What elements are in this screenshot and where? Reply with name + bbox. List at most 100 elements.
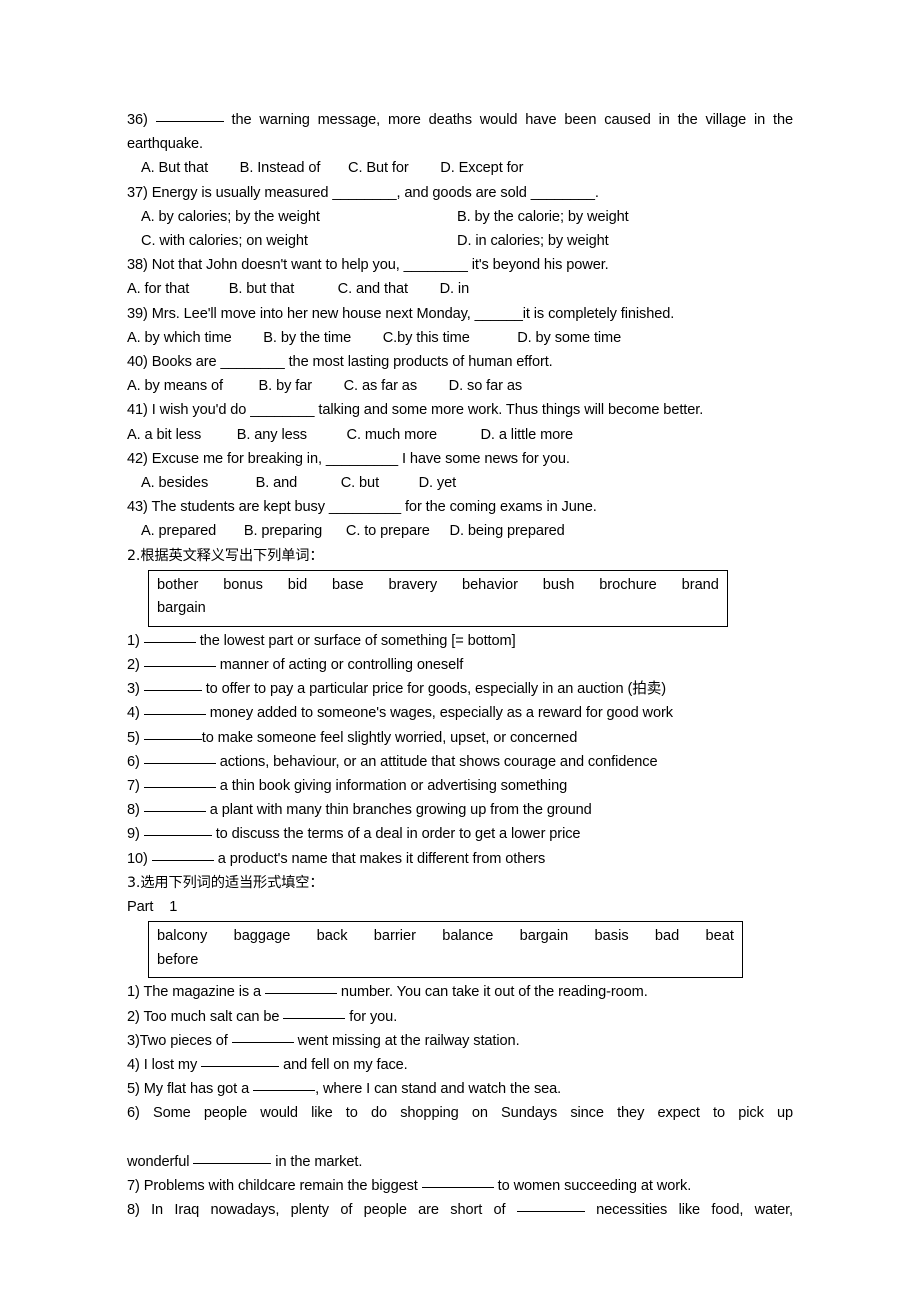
definition-blank <box>143 690 202 692</box>
definition-text: to offer to pay a particular price for g… <box>205 681 666 698</box>
q37-option-c: C. with calories; on weight <box>141 233 308 250</box>
question-38-options: A. for that B. but that C. and that D. i… <box>127 281 470 298</box>
definition-item: 7) a thin book giving information or adv… <box>127 774 793 798</box>
fill-blank-after: necessities like food, water, <box>584 1202 793 1219</box>
part-label: Part <box>127 899 154 916</box>
fill-blank-after: , where I can stand and watch the sea. <box>315 1081 562 1098</box>
q37-option-d: D. in calories; by weight <box>457 233 609 250</box>
wordbank-section3-row2: before <box>157 949 734 973</box>
question-36-stem: 36) the warning message, more deaths wou… <box>127 108 793 156</box>
definition-item: 9) to discuss the terms of a deal in ord… <box>127 822 793 846</box>
definition-text: actions, behaviour, or an attitude that … <box>219 753 658 770</box>
wordbank-word: bush <box>542 576 575 593</box>
question-38-stem: 38) Not that John doesn't want to help y… <box>127 257 609 274</box>
part-label-line: Part 1 <box>127 895 793 919</box>
definition-text: a product's name that makes it different… <box>217 850 546 867</box>
fill-blank-blank <box>283 1017 346 1019</box>
definition-blank <box>143 835 212 837</box>
wordbank-word: bargain <box>519 928 569 945</box>
definition-text: the lowest part or surface of something … <box>199 632 516 649</box>
fill-blank-blank <box>231 1041 294 1043</box>
definition-item: 4) money added to someone's wages, espec… <box>127 701 793 725</box>
definition-blank <box>143 666 216 668</box>
question-41-stem: 41) I wish you'd do ________ talking and… <box>127 402 704 419</box>
definition-blank <box>143 787 216 789</box>
fill-blank-blank <box>516 1211 585 1213</box>
fill-blank-item: 3)Two pieces of went missing at the rail… <box>127 1029 793 1053</box>
fill-blank-item-continued: wonderful in the market. <box>127 1150 793 1174</box>
definition-item: 5) to make someone feel slightly worried… <box>127 726 793 750</box>
question-42-stem: 42) Excuse me for breaking in, _________… <box>127 450 570 467</box>
fill-blank-item: 2) Too much salt can be for you. <box>127 1005 793 1029</box>
definition-number: 6) <box>127 753 140 770</box>
definition-blank <box>143 714 206 716</box>
wordbank-word: bad <box>654 928 680 945</box>
definition-number: 5) <box>127 729 140 746</box>
fill-blank-line1: 6) Some people would like to do shopping… <box>127 1105 793 1122</box>
wordbank-word: bravery <box>388 576 438 593</box>
question-39-stem: 39) Mrs. Lee'll move into her new house … <box>127 305 675 322</box>
question-37-stem: 37) Energy is usually measured ________,… <box>127 181 793 205</box>
fill-blank-before: wonderful <box>127 1153 194 1170</box>
wordbank-word: bargain <box>157 600 206 617</box>
worksheet-content: 36) the warning message, more deaths wou… <box>127 108 793 1247</box>
q36-number: 36) <box>127 112 156 128</box>
q37-option-b: B. by the calorie; by weight <box>457 208 629 225</box>
definition-number: 7) <box>127 778 140 795</box>
wordbank-word: back <box>316 928 348 945</box>
definition-number: 9) <box>127 826 140 843</box>
wordbank-word: bid <box>287 576 308 593</box>
fill-blank-item: 7) Problems with childcare remain the bi… <box>127 1174 793 1198</box>
q37-option-a: A. by calories; by the weight <box>141 208 320 225</box>
fill-blank-item: 6) Some people would like to do shopping… <box>127 1101 793 1149</box>
question-37-options-row2: C. with calories; on weight D. in calori… <box>127 229 793 253</box>
definition-number: 8) <box>127 802 140 819</box>
part-number: 1 <box>169 899 178 916</box>
fill-blank-after: and fell on my face. <box>279 1056 408 1073</box>
wordbank-section2: bother bonus bid base bravery behavior b… <box>148 569 728 627</box>
fill-blank-before: 3)Two pieces of <box>127 1032 232 1049</box>
fill-blank-before: 7) Problems with childcare remain the bi… <box>127 1177 422 1194</box>
definition-text: to discuss the terms of a deal in order … <box>215 826 581 843</box>
wordbank-word: before <box>157 951 199 968</box>
question-36-options: A. But that B. Instead of C. But for D. … <box>141 160 524 177</box>
definition-item: 3) to offer to pay a particular price fo… <box>127 677 793 701</box>
worksheet-page: 36) the warning message, more deaths wou… <box>0 0 920 1302</box>
definition-item: 2) manner of acting or controlling onese… <box>127 653 793 677</box>
fill-blank-blank <box>264 993 337 995</box>
definition-number: 2) <box>127 657 140 674</box>
definition-item: 1) the lowest part or surface of somethi… <box>127 629 793 653</box>
question-43-options: A. prepared B. preparing C. to prepare D… <box>141 523 565 540</box>
wordbank-word: baggage <box>233 928 291 945</box>
fill-blank-before: 4) I lost my <box>127 1056 202 1073</box>
wordbank-word: beat <box>705 928 734 945</box>
q37-text: 37) Energy is usually measured ________,… <box>127 184 599 201</box>
fill-blank-item: 1) The magazine is a number. You can tak… <box>127 980 793 1004</box>
wordbank-word: behavior <box>461 576 518 593</box>
wordbank-section3: balcony baggage back barrier balance bar… <box>148 921 743 979</box>
fill-blank-before: 1) The magazine is a <box>127 984 265 1001</box>
wordbank-word: bother <box>157 576 199 593</box>
definition-number: 10) <box>127 850 148 867</box>
definition-text: a plant with many thin branches growing … <box>209 802 592 819</box>
section-3-heading: 3.选用下列词的适当形式填空： <box>127 874 324 891</box>
wordbank-word: basis <box>594 928 629 945</box>
definition-blank <box>151 859 214 861</box>
definition-text: manner of acting or controlling oneself <box>219 657 464 674</box>
fill-blank-before: 8) In Iraq nowadays, plenty of people ar… <box>127 1202 517 1219</box>
definition-number: 3) <box>127 681 140 698</box>
fill-blank-item: 5) My flat has got a , where I can stand… <box>127 1077 793 1101</box>
question-40-stem: 40) Books are ________ the most lasting … <box>127 354 553 371</box>
definition-blank <box>143 762 216 764</box>
fill-blank-blank <box>193 1162 272 1164</box>
question-42-options: A. besides B. and C. but D. yet <box>141 475 457 492</box>
wordbank-word: balance <box>442 928 494 945</box>
definition-text: a thin book giving information or advert… <box>219 778 568 795</box>
q36-blank <box>155 121 224 122</box>
wordbank-word: brochure <box>599 576 657 593</box>
fill-blank-item: 4) I lost my and fell on my face. <box>127 1053 793 1077</box>
fill-blank-after: for you. <box>345 1008 398 1025</box>
question-39-options: A. by which time B. by the time C.by thi… <box>127 329 622 346</box>
question-37-options-row1: A. by calories; by the weight B. by the … <box>127 205 793 229</box>
question-43-stem: 43) The students are kept busy _________… <box>127 499 597 516</box>
